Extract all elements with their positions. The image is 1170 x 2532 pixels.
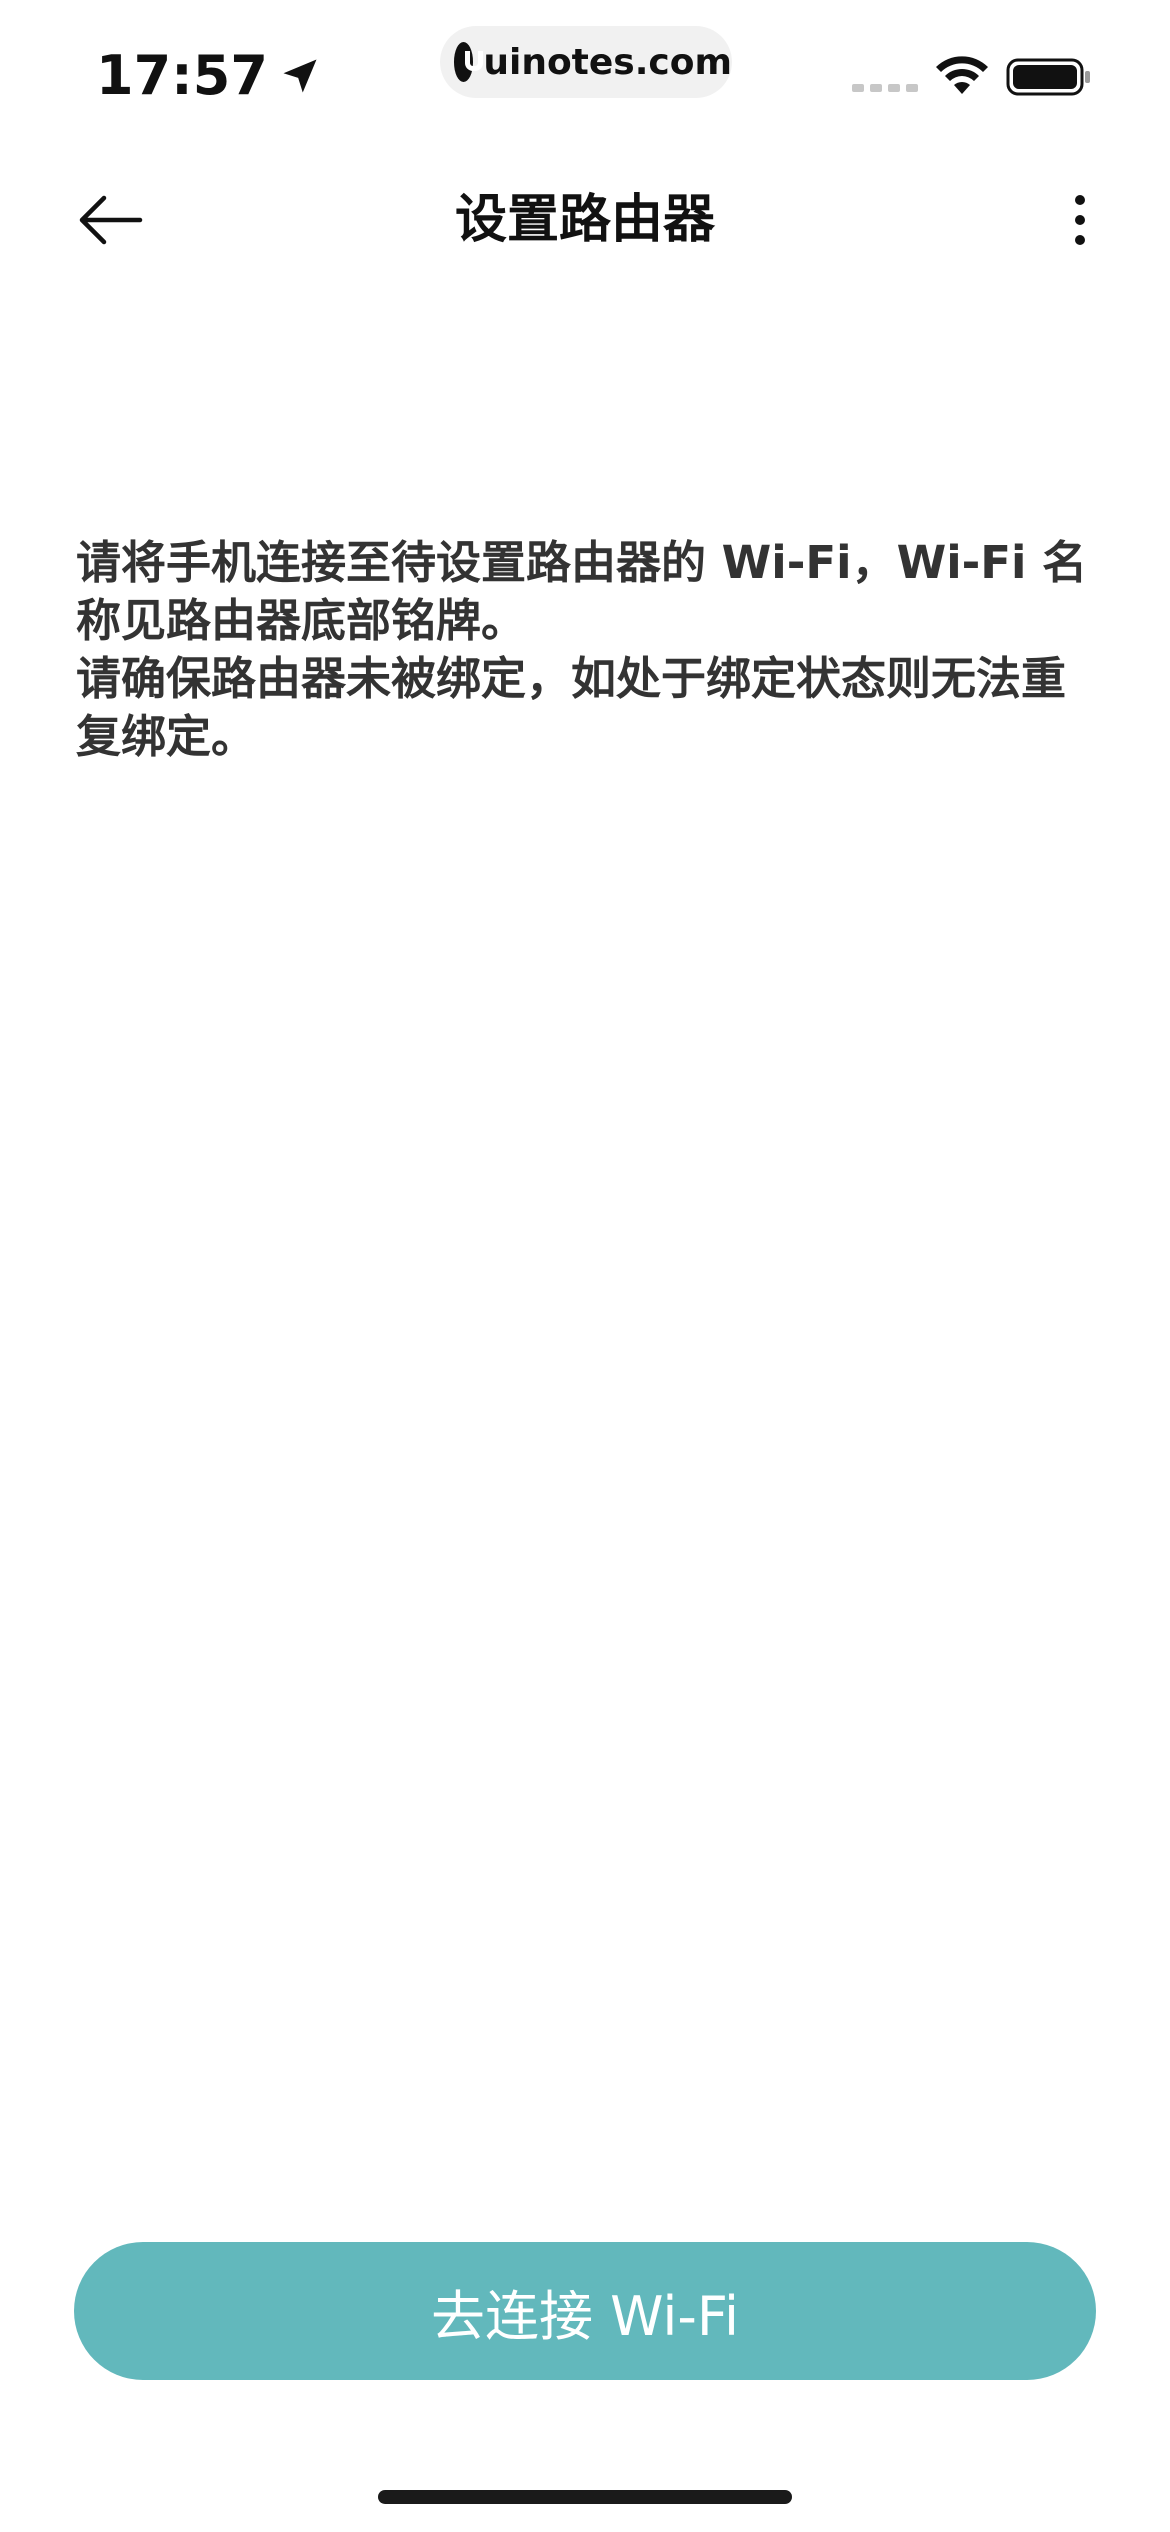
page-title: 设置路由器 <box>454 190 715 250</box>
cellular-signal-icon <box>852 84 918 92</box>
battery-icon <box>1006 58 1090 96</box>
connect-wifi-button[interactable]: 去连接 Wi-Fi <box>74 2242 1096 2380</box>
instruction-connect: 请将手机连接至待设置路由器的 Wi-Fi，Wi-Fi 名称见路由器底部铭牌。 <box>76 536 1088 647</box>
instruction-unbound: 请确保路由器未被绑定，如处于绑定状态则无法重复绑定。 <box>76 652 1067 763</box>
home-indicator[interactable] <box>378 2490 792 2504</box>
status-time: 17:57 <box>96 46 322 106</box>
instructions-text: 请将手机连接至待设置路由器的 Wi-Fi，Wi-Fi 名称见路由器底部铭牌。 请… <box>76 534 1096 766</box>
site-pill[interactable]: uinotes.com <box>440 26 732 98</box>
status-bar: 17:57 uinotes.com <box>0 0 1170 150</box>
site-text: uinotes.com <box>483 41 732 83</box>
screen: 17:57 uinotes.com 设置路由器 请将手机连接至待设置路由器的 W… <box>0 0 1170 2532</box>
time-text: 17:57 <box>96 44 268 107</box>
location-arrow-icon <box>283 59 317 93</box>
nav-header: 设置路由器 <box>0 160 1170 280</box>
wifi-icon <box>936 56 988 94</box>
site-logo-icon <box>454 42 484 82</box>
more-options-icon[interactable] <box>1060 190 1100 250</box>
